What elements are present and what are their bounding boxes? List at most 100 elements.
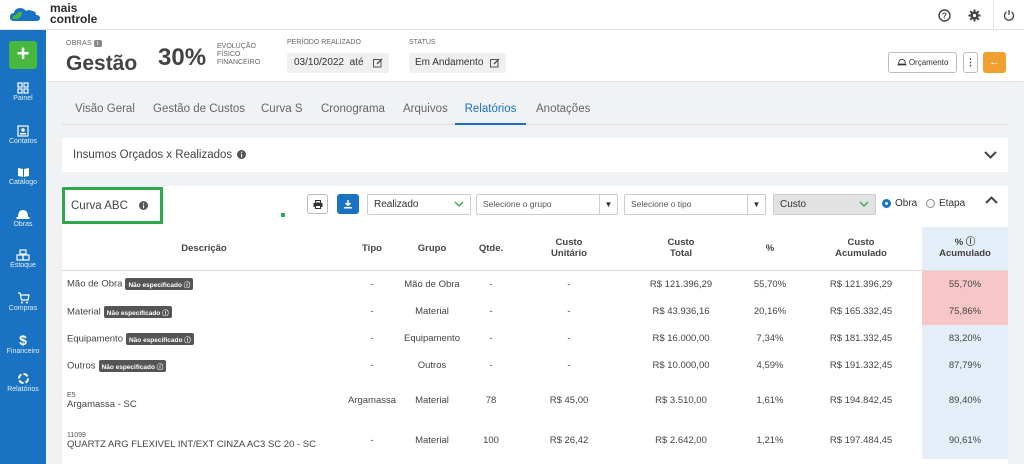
type-select[interactable]: Selecione o tipo ▼ xyxy=(624,194,766,215)
sidebar: + Painel Contatos Catálogo Obras Estoque… xyxy=(0,30,46,464)
status-field[interactable]: Em Andamento xyxy=(409,53,506,73)
orcamento-button[interactable]: Orçamento xyxy=(888,52,957,73)
tab-relatorios[interactable]: Relatórios xyxy=(455,97,526,125)
download-button[interactable] xyxy=(337,194,359,214)
cell-qtde: - xyxy=(489,333,493,344)
sidebar-item-contatos[interactable]: Contatos xyxy=(0,125,46,145)
status-badge[interactable]: Não especificado ⓘ xyxy=(125,332,194,345)
project-header: OBRAS i Gestão 30% EVOLUÇÃO FÍSICO FINANC… xyxy=(46,30,1024,82)
top-bar: mais controle ? xyxy=(0,0,1024,30)
table-row[interactable]: Mão de Obra Não especificado ⓘ - Mão de Obr… xyxy=(62,270,1008,298)
cell-custo-total: R$ 10.000,00 xyxy=(652,360,710,371)
table-row[interactable]: Equipamento Não especificado ⓘ - Equipament… xyxy=(62,325,1008,352)
tab-arquivos[interactable]: Arquivos xyxy=(403,97,448,125)
chevron-down-icon[interactable] xyxy=(984,151,997,159)
column-header-tipo[interactable]: Tipo xyxy=(346,227,398,271)
table-row[interactable]: E5 Argamassa - SC Argamassa Material 78 R$ 45… xyxy=(62,379,1008,422)
mode-select[interactable]: Realizado xyxy=(367,194,471,215)
column-header-percent[interactable]: % xyxy=(740,227,800,271)
cell-percent-acumulado: 55,70% xyxy=(922,270,1008,298)
edit-icon[interactable] xyxy=(373,58,383,68)
sidebar-item-financeiro[interactable]: $ Financeiro xyxy=(0,333,46,355)
cell-percent-acumulado: 90,61% xyxy=(922,422,1008,459)
tab-visao-geral[interactable]: Visão Geral xyxy=(75,97,135,125)
power-icon[interactable] xyxy=(994,0,1024,30)
cell-descricao: Equipamento Não especificado ⓘ xyxy=(62,325,346,352)
table-row[interactable]: Outros Não especificado ⓘ - Outros - - R$ 10.0… xyxy=(62,352,1008,379)
radio-button[interactable] xyxy=(926,199,935,208)
info-icon[interactable] xyxy=(237,150,247,159)
cell-qtde: - xyxy=(489,306,493,317)
chart-ring-icon xyxy=(17,373,29,384)
table-row[interactable]: 11099 QUARTZ ARG FLEXIVEL INT/EXT CINZA A… xyxy=(62,422,1008,459)
dollar-icon: $ xyxy=(19,332,27,348)
column-header-grupo[interactable]: Grupo xyxy=(398,227,466,271)
table-row[interactable]: Material Não especificado ⓘ - Material - - R$ … xyxy=(62,298,1008,325)
metric-select[interactable]: Custo xyxy=(773,194,876,215)
status-badge[interactable]: Não especificado ⓘ xyxy=(125,278,194,291)
tab-curva-s[interactable]: Curva S xyxy=(261,97,303,125)
status-badge[interactable]: Não especificado ⓘ xyxy=(103,305,172,318)
radio-obra[interactable]: Obra xyxy=(882,198,917,209)
insumos-panel: Insumos Orçados x Realizados xyxy=(62,138,1008,172)
cell-qtde: - xyxy=(489,278,493,290)
cell-custo-acumulado: R$ 197.484,45 xyxy=(829,435,893,446)
cell-custo-acumulado: R$ 181.332,45 xyxy=(829,333,893,344)
more-options-button[interactable]: ⋮ xyxy=(963,52,978,73)
tab-gestao-de-custos[interactable]: Gestão de Custos xyxy=(153,97,245,125)
column-header-custo-acumulado[interactable]: Custo Acumulado xyxy=(800,227,922,271)
caret-down-icon: ▼ xyxy=(747,195,765,214)
edit-icon[interactable] xyxy=(490,58,500,68)
chevron-down-icon xyxy=(454,201,464,207)
gear-icon[interactable] xyxy=(959,0,989,30)
cell-percent: 4,59% xyxy=(756,360,784,371)
column-header-custo-unitario[interactable]: Custo Unitário xyxy=(516,227,622,271)
sidebar-item-catalogo[interactable]: Catálogo xyxy=(0,167,46,186)
item-description: Mão de Obra xyxy=(67,278,123,290)
item-code: 11099 xyxy=(67,431,86,439)
cell-descricao: Material Não especificado ⓘ xyxy=(62,298,346,325)
logo[interactable]: mais controle xyxy=(8,2,97,25)
radio-button-selected[interactable] xyxy=(882,199,891,208)
sidebar-item-label: Financeiro xyxy=(6,348,40,355)
back-button[interactable]: ← xyxy=(983,52,1006,73)
sidebar-item-painel[interactable]: Painel xyxy=(0,82,46,102)
print-button[interactable] xyxy=(307,194,328,214)
insumos-panel-title[interactable]: Insumos Orçados x Realizados xyxy=(73,149,247,161)
item-description: QUARTZ ARG FLEXIVEL INT/EXT CINZA AC3 SC… xyxy=(67,438,317,450)
page-title: Gestão xyxy=(66,52,138,75)
cell-custo-unitario: - xyxy=(567,306,571,317)
period-field[interactable]: 03/10/2022 até xyxy=(287,53,389,73)
cell-custo-acumulado: R$ 165.332,45 xyxy=(829,306,893,317)
sidebar-item-compras[interactable]: Compras xyxy=(0,292,46,312)
svg-text:?: ? xyxy=(942,11,947,20)
sidebar-item-relatorios[interactable]: Relatórios xyxy=(0,372,46,393)
progress-percent: 30% xyxy=(158,44,207,71)
sidebar-item-obras[interactable]: Obras xyxy=(0,208,46,228)
tab-anotacoes[interactable]: Anotações xyxy=(536,97,590,125)
column-header-descricao[interactable]: Descrição xyxy=(62,227,346,271)
cell-custo-acumulado: R$ 121.396,29 xyxy=(829,278,893,290)
help-icon[interactable]: ? xyxy=(929,0,959,30)
sidebar-item-estoque[interactable]: Estoque xyxy=(0,249,46,269)
column-header-qtde[interactable]: Qtde. xyxy=(466,227,516,271)
group-select[interactable]: Selecione o grupo ▼ xyxy=(476,194,618,215)
column-header-percent-acumulado[interactable]: % ⓘ Acumulado xyxy=(922,227,1008,271)
cell-custo-total: R$ 43.936,16 xyxy=(652,306,710,317)
cell-tipo: - xyxy=(370,333,374,344)
helmet-icon xyxy=(897,58,906,66)
info-icon[interactable] xyxy=(139,201,149,210)
sidebar-item-label: Compras xyxy=(8,305,38,312)
cell-percent: 1,21% xyxy=(756,435,784,446)
status-badge[interactable]: Não especificado ⓘ xyxy=(98,359,167,372)
cell-custo-total: R$ 3.510,00 xyxy=(655,395,707,406)
chevron-up-icon[interactable] xyxy=(985,196,998,204)
radio-etapa[interactable]: Etapa xyxy=(926,198,965,209)
column-header-custo-total[interactable]: Custo Total xyxy=(622,227,740,271)
tab-cronograma[interactable]: Cronograma xyxy=(321,97,385,125)
tab-bar: Visão Geral Gestão de Custos Curva S Cro… xyxy=(62,97,1008,125)
chevron-down-icon xyxy=(859,201,869,207)
info-icon[interactable]: i xyxy=(94,40,102,47)
sidebar-item-label: Contatos xyxy=(8,138,38,145)
add-button[interactable]: + xyxy=(9,41,37,69)
